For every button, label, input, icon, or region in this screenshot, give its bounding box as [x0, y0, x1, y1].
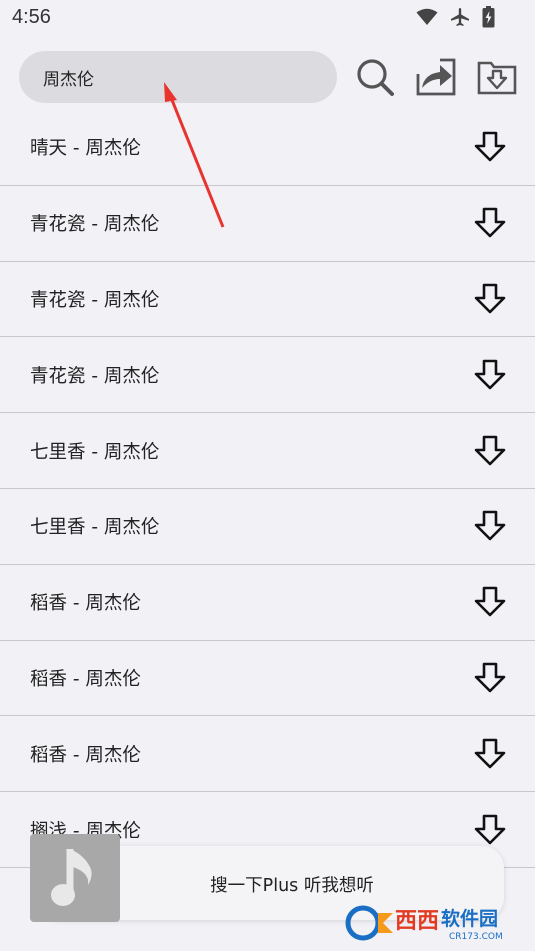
download-button[interactable]	[473, 358, 507, 392]
search-button[interactable]	[353, 52, 397, 102]
download-button[interactable]	[473, 130, 507, 164]
download-button[interactable]	[473, 282, 507, 316]
share-button[interactable]	[414, 52, 458, 102]
song-row[interactable]: 稻香 - 周杰伦	[0, 641, 535, 717]
song-row[interactable]: 晴天 - 周杰伦	[0, 110, 535, 186]
song-list: 晴天 - 周杰伦 青花瓷 - 周杰伦 青花瓷 - 周杰伦 青花瓷 - 周杰伦 七里香 -…	[0, 110, 535, 868]
watermark-logo: 西西 软件园 CR173.COM	[345, 905, 503, 942]
song-row[interactable]: 青花瓷 - 周杰伦	[0, 262, 535, 338]
wifi-icon	[416, 8, 438, 25]
svg-text:软件园: 软件园	[441, 907, 498, 930]
download-arrow-icon	[474, 586, 506, 617]
song-title: 稻香 - 周杰伦	[30, 668, 141, 690]
song-title: 七里香 - 周杰伦	[30, 517, 160, 539]
song-row[interactable]: 七里香 - 周杰伦	[0, 413, 535, 489]
download-arrow-icon	[474, 662, 506, 693]
search-bar	[0, 48, 535, 106]
status-time: 4:56	[12, 6, 51, 28]
song-row[interactable]: 稻香 - 周杰伦	[0, 716, 535, 793]
download-button[interactable]	[473, 434, 507, 468]
status-icons	[416, 6, 495, 28]
download-button[interactable]	[473, 661, 507, 695]
airplane-icon	[451, 8, 469, 26]
download-arrow-icon	[474, 435, 506, 465]
download-arrow-icon	[474, 359, 506, 390]
download-arrow-icon	[474, 132, 506, 162]
download-button[interactable]	[473, 509, 507, 543]
share-icon	[416, 58, 456, 96]
search-icon	[357, 59, 394, 96]
download-arrow-icon	[474, 511, 506, 541]
album-art[interactable]	[30, 834, 120, 922]
download-button[interactable]	[473, 813, 507, 847]
download-folder-button[interactable]	[475, 52, 519, 102]
song-title: 晴天 - 周杰伦	[30, 138, 141, 160]
song-title: 青花瓷 - 周杰伦	[30, 365, 160, 387]
search-input[interactable]	[19, 51, 337, 103]
song-row[interactable]: 青花瓷 - 周杰伦	[0, 337, 535, 414]
status-bar: 4:56	[0, 0, 535, 36]
svg-text:CR173.COM: CR173.COM	[449, 932, 503, 942]
song-row[interactable]: 稻香 - 周杰伦	[0, 565, 535, 641]
song-title: 青花瓷 - 周杰伦	[30, 289, 160, 311]
song-row[interactable]: 七里香 - 周杰伦	[0, 489, 535, 565]
svg-text:西西: 西西	[395, 909, 439, 934]
song-title: 青花瓷 - 周杰伦	[30, 214, 160, 236]
download-arrow-icon	[474, 738, 506, 769]
music-note-icon	[30, 834, 120, 922]
download-button[interactable]	[473, 206, 507, 240]
download-folder-icon	[477, 61, 517, 95]
battery-icon	[482, 6, 495, 28]
download-button[interactable]	[473, 737, 507, 771]
download-arrow-icon	[474, 814, 506, 844]
song-title: 七里香 - 周杰伦	[30, 441, 160, 463]
download-button[interactable]	[473, 585, 507, 619]
song-title: 稻香 - 周杰伦	[30, 744, 141, 766]
download-arrow-icon	[474, 207, 506, 238]
song-title: 稻香 - 周杰伦	[30, 593, 141, 615]
download-arrow-icon	[474, 283, 506, 314]
song-row[interactable]: 青花瓷 - 周杰伦	[0, 186, 535, 262]
